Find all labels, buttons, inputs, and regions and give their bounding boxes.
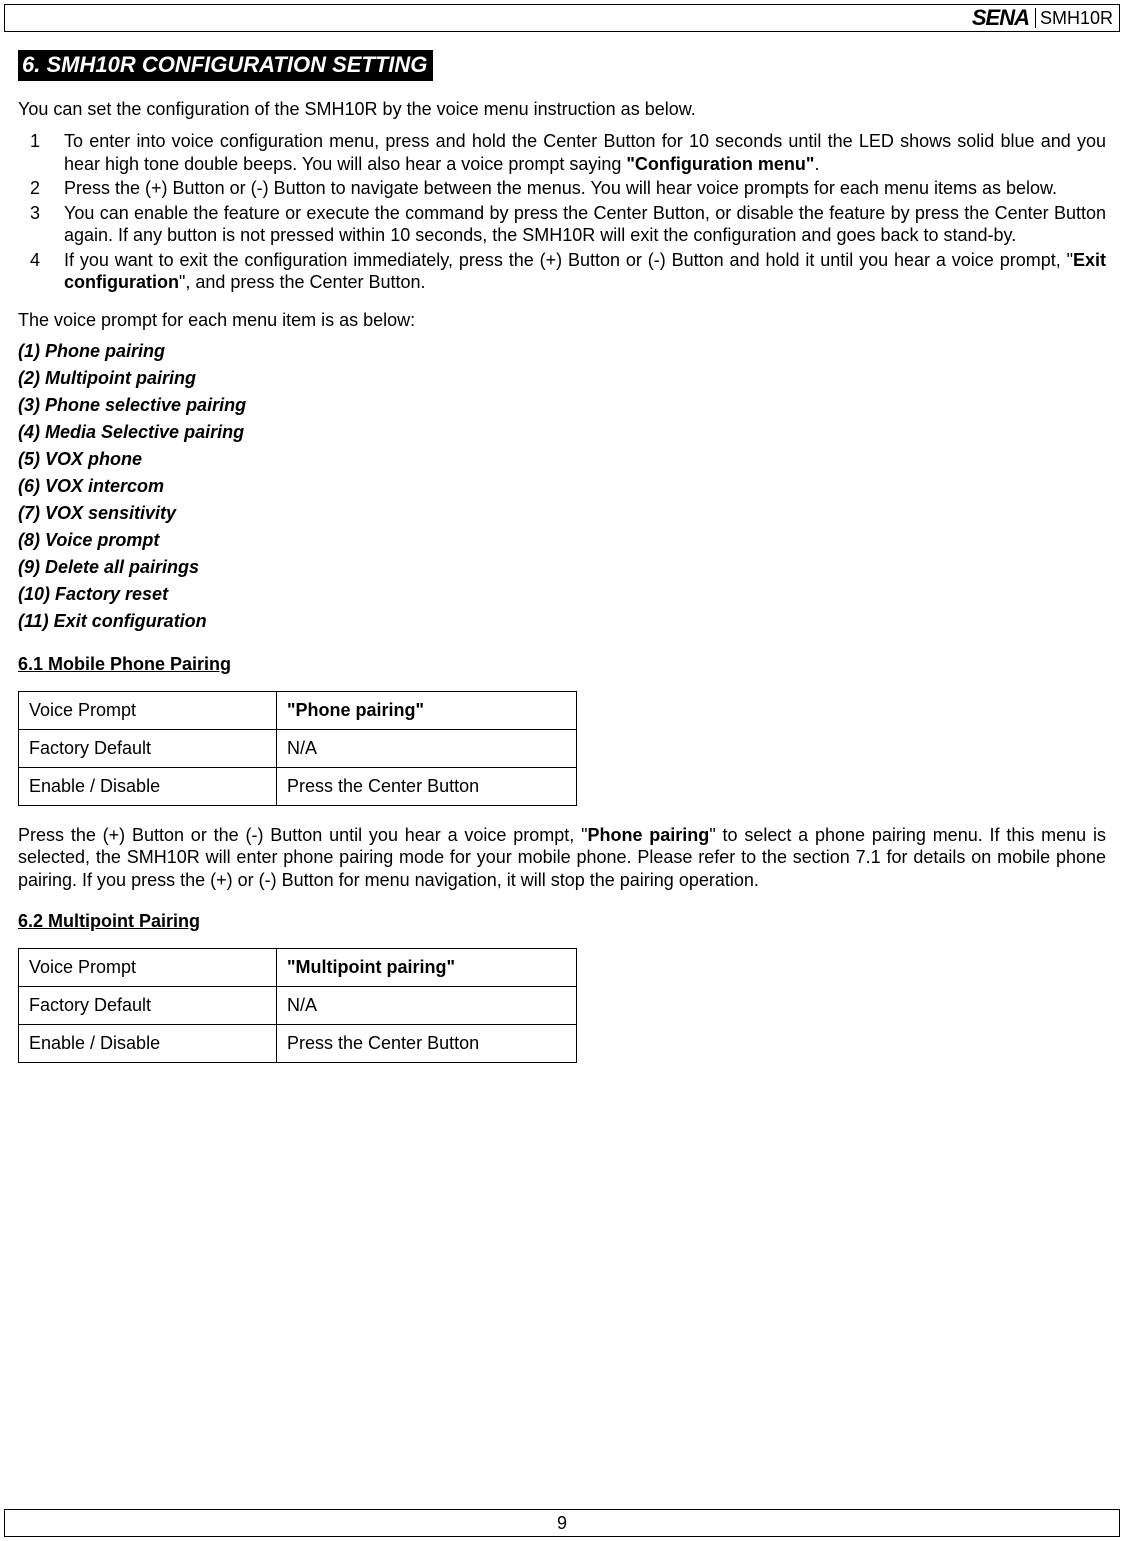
steps-list: 1To enter into voice configuration menu,…: [18, 130, 1106, 294]
table-6-2: Voice Prompt "Multipoint pairing" Factor…: [18, 948, 577, 1063]
cell-label: Voice Prompt: [19, 691, 277, 729]
header-bar: SENA SMH10R: [4, 4, 1120, 32]
step-number: 4: [30, 249, 64, 294]
table-row: Voice Prompt "Multipoint pairing": [19, 949, 577, 987]
cell-value: Press the Center Button: [277, 767, 577, 805]
menu-item: (7) VOX sensitivity: [18, 503, 1106, 524]
voice-prompt-title: The voice prompt for each menu item is a…: [18, 310, 1106, 331]
cell-label: Enable / Disable: [19, 1025, 277, 1063]
step-number: 1: [30, 130, 64, 175]
menu-item: (2) Multipoint pairing: [18, 368, 1106, 389]
menu-list: (1) Phone pairing (2) Multipoint pairing (…: [18, 341, 1106, 632]
step-number: 3: [30, 202, 64, 247]
table-row: Factory Default N/A: [19, 729, 577, 767]
step-item: 1To enter into voice configuration menu,…: [18, 130, 1106, 175]
step-item: 3You can enable the feature or execute t…: [18, 202, 1106, 247]
table-6-1: Voice Prompt "Phone pairing" Factory Def…: [18, 691, 577, 806]
subheading-6-1: 6.1 Mobile Phone Pairing: [18, 654, 1106, 675]
cell-label: Factory Default: [19, 729, 277, 767]
cell-value: Press the Center Button: [277, 1025, 577, 1063]
menu-item: (5) VOX phone: [18, 449, 1106, 470]
step-number: 2: [30, 177, 64, 200]
menu-item: (6) VOX intercom: [18, 476, 1106, 497]
paragraph-6-1: Press the (+) Button or the (-) Button u…: [18, 824, 1106, 892]
table-row: Enable / Disable Press the Center Button: [19, 767, 577, 805]
step-text: Press the (+) Button or (-) Button to na…: [64, 177, 1106, 200]
cell-value: N/A: [277, 729, 577, 767]
section-heading: 6. SMH10R CONFIGURATION SETTING: [18, 50, 433, 81]
page-number: 9: [557, 1513, 567, 1534]
menu-item: (8) Voice prompt: [18, 530, 1106, 551]
step-text: To enter into voice configuration menu, …: [64, 130, 1106, 175]
cell-label: Factory Default: [19, 987, 277, 1025]
menu-item: (3) Phone selective pairing: [18, 395, 1106, 416]
step-item: 4If you want to exit the configuration i…: [18, 249, 1106, 294]
model-label: SMH10R: [1040, 8, 1113, 29]
step-text: You can enable the feature or execute th…: [64, 202, 1106, 247]
step-item: 2Press the (+) Button or (-) Button to n…: [18, 177, 1106, 200]
cell-value: N/A: [277, 987, 577, 1025]
menu-item: (11) Exit configuration: [18, 611, 1106, 632]
subheading-6-2: 6.2 Multipoint Pairing: [18, 911, 1106, 932]
table-row: Voice Prompt "Phone pairing": [19, 691, 577, 729]
header-divider: [1035, 8, 1036, 28]
brand-logo: SENA: [972, 5, 1029, 31]
cell-value: "Phone pairing": [277, 691, 577, 729]
table-row: Enable / Disable Press the Center Button: [19, 1025, 577, 1063]
table-row: Factory Default N/A: [19, 987, 577, 1025]
menu-item: (10) Factory reset: [18, 584, 1106, 605]
footer-bar: 9: [4, 1509, 1120, 1537]
cell-label: Voice Prompt: [19, 949, 277, 987]
menu-item: (9) Delete all pairings: [18, 557, 1106, 578]
menu-item: (1) Phone pairing: [18, 341, 1106, 362]
menu-item: (4) Media Selective pairing: [18, 422, 1106, 443]
intro-text: You can set the configuration of the SMH…: [18, 99, 1106, 120]
cell-value: "Multipoint pairing": [277, 949, 577, 987]
step-text: If you want to exit the configuration im…: [64, 249, 1106, 294]
cell-label: Enable / Disable: [19, 767, 277, 805]
